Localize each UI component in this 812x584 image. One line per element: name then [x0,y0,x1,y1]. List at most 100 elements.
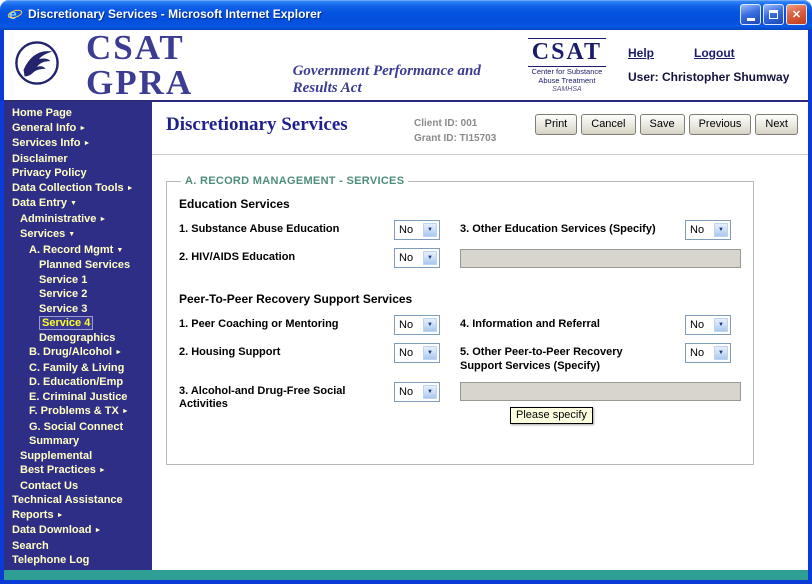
sidebar-item[interactable]: Privacy Policy [4,166,152,181]
sidebar-item[interactable]: Service 2 [4,287,152,302]
sidebar-item[interactable]: Telephone Log [4,553,152,568]
sidebar-item[interactable]: Demographics [4,331,152,346]
chevron-down-icon[interactable]: ▼ [422,250,438,266]
substance-abuse-education-select[interactable]: No ▼ [394,220,440,240]
sidebar-item[interactable]: C. Family & Living [4,361,152,376]
sidebar-item[interactable]: Services Info► [4,136,152,152]
window-titlebar[interactable]: e Discretionary Services - Microsoft Int… [0,0,812,30]
sidebar-item-label: Demographics [39,332,115,344]
sidebar-item[interactable]: A. Record Mgmt▼ [4,243,152,259]
education-services-block: Education Services 1. Substance Abuse Ed… [179,197,741,268]
submenu-arrow-icon: ▼ [68,231,75,238]
sidebar-item[interactable]: Reports► [4,508,152,524]
sidebar-item[interactable]: Service 1 [4,273,152,288]
sidebar-item[interactable]: Best Practices► [4,463,152,479]
education-services-heading: Education Services [179,197,741,211]
sidebar-item-label: Reports [12,509,54,521]
peer-recovery-block: Peer-To-Peer Recovery Support Services 1… [179,292,741,424]
submenu-arrow-icon: ► [115,349,122,356]
chevron-down-icon[interactable]: ▼ [422,222,438,238]
close-button[interactable]: ✕ [786,4,807,25]
question-label: 3. Other Education Services (Specify) [460,220,675,237]
sidebar-item[interactable]: D. Education/Emp [4,375,152,390]
sidebar-item[interactable]: G. Social Connect [4,420,152,435]
sidebar-item-label: C. Family & Living [29,362,124,374]
next-button[interactable]: Next [755,114,798,135]
submenu-arrow-icon: ► [99,216,106,223]
chevron-down-icon[interactable]: ▼ [422,345,438,361]
sidebar-item[interactable]: Disclaimer [4,152,152,167]
sidebar-item[interactable]: Search [4,539,152,554]
question-label: 3. Alcohol-and Drug-Free Social Activiti… [179,382,384,413]
other-education-specify-input [460,249,741,268]
save-button[interactable]: Save [640,114,685,135]
chevron-down-icon[interactable]: ▼ [713,317,729,333]
sidebar-item[interactable]: Planned Services [4,258,152,273]
hiv-aids-education-select[interactable]: No ▼ [394,248,440,268]
other-peer-specify-input [460,382,741,401]
sidebar-item[interactable]: Administrative► [4,212,152,228]
grant-id-label: Grant ID: TI15703 [414,131,496,146]
sidebar-item-label: Search [12,540,49,552]
bottom-bar [4,570,808,580]
other-education-services-select[interactable]: No ▼ [685,220,731,240]
question-label: 4. Information and Referral [460,315,675,332]
sidebar-item-label: Service 1 [39,274,87,286]
information-referral-select[interactable]: No ▼ [685,315,731,335]
housing-support-select[interactable]: No ▼ [394,343,440,363]
sidebar-item-label: Summary [29,435,79,447]
previous-button[interactable]: Previous [689,114,752,135]
sidebar-item[interactable]: Data Collection Tools► [4,181,152,197]
sidebar-item[interactable]: Data Download► [4,523,152,539]
sidebar-item-label: Administrative [20,213,96,225]
minimize-button[interactable] [740,4,761,25]
sidebar-item-label: G. Social Connect [29,421,123,433]
brand-logo-text: CSAT GPRA [86,30,281,100]
chevron-down-icon[interactable]: ▼ [422,317,438,333]
svg-text:e: e [9,6,17,22]
chevron-down-icon[interactable]: ▼ [422,384,438,400]
help-link[interactable]: Help [628,46,654,60]
maximize-button[interactable] [763,4,784,25]
peer-coaching-select[interactable]: No ▼ [394,315,440,335]
csat-logo-samhsa: SAMHSA [528,86,606,93]
cancel-button[interactable]: Cancel [581,114,635,135]
question-label: 2. HIV/AIDS Education [179,248,384,265]
sidebar-item-label: B. Drug/Alcohol [29,346,112,358]
submenu-arrow-icon: ► [127,185,134,192]
print-button[interactable]: Print [535,114,578,135]
sidebar-item[interactable]: B. Drug/Alcohol► [4,345,152,361]
sidebar-item[interactable]: Service 3 [4,302,152,317]
sidebar-item[interactable]: Technical Assistance [4,493,152,508]
sidebar-item-label: E. Criminal Justice [29,391,127,403]
other-peer-recovery-select[interactable]: No ▼ [685,343,731,363]
select-value: No [686,221,712,239]
page-title: Discretionary Services [166,114,414,136]
sidebar-item[interactable]: Data Entry▼ [4,196,152,212]
sidebar-item[interactable]: Supplemental [4,449,152,464]
sidebar-item[interactable]: E. Criminal Justice [4,390,152,405]
sidebar-item[interactable]: F. Problems & TX► [4,404,152,420]
content-header: Discretionary Services Client ID: 001 Gr… [152,102,808,155]
csat-logo-name: CSAT [528,38,606,67]
minimize-icon [747,18,755,21]
sidebar-item[interactable]: Service 4 [4,316,152,331]
question-label: 1. Substance Abuse Education [179,220,384,237]
csat-logo-line1: Center for Substance [528,67,606,76]
submenu-arrow-icon: ► [99,467,106,474]
sidebar-item[interactable]: Home Page [4,106,152,121]
record-management-section: A. RECORD MANAGEMENT - SERVICES Educatio… [166,175,754,465]
social-activities-select[interactable]: No ▼ [394,382,440,402]
sidebar-item-label: Technical Assistance [12,494,123,506]
logout-link[interactable]: Logout [694,46,735,60]
chevron-down-icon[interactable]: ▼ [713,345,729,361]
sidebar-item-label: Best Practices [20,464,96,476]
sidebar-item[interactable]: General Info► [4,121,152,137]
sidebar-item[interactable]: Summary [4,434,152,449]
sidebar-item-label: Contact Us [20,480,78,492]
hhs-logo [14,40,60,91]
sidebar-item[interactable]: Contact Us [4,479,152,494]
select-value: No [395,249,421,267]
sidebar-item[interactable]: Services▼ [4,227,152,243]
chevron-down-icon[interactable]: ▼ [713,222,729,238]
